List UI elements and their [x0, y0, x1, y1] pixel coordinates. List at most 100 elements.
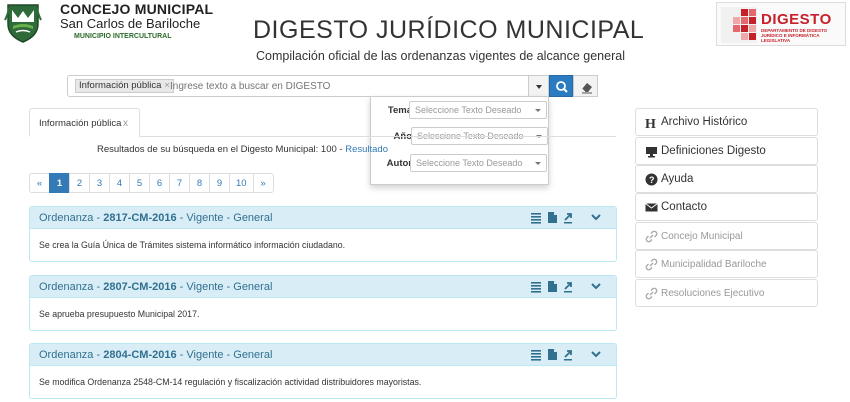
page-title: DIGESTO JURÍDICO MUNICIPAL	[253, 16, 645, 44]
svg-text:H: H	[645, 117, 656, 129]
coat-of-arms-logo	[4, 4, 42, 43]
result-card: Ordenanza - 2817-CM-2016 - Vigente - Gen…	[29, 206, 617, 262]
tema-select[interactable]: Seleccione Texto Deseado	[409, 101, 547, 119]
filter-dropdown-toggle-button[interactable]	[528, 75, 549, 97]
tab-informacion-publica[interactable]: Información pública x	[29, 108, 140, 137]
result-summary: Se modifica Ordenanza 2548-CM-14 regulac…	[39, 377, 422, 387]
search-icon	[556, 81, 568, 93]
result-type: Ordenanza	[39, 349, 94, 361]
page-10-button[interactable]: 10	[229, 173, 254, 193]
result-separator: -	[176, 349, 187, 361]
result-summary: Se crea la Guía Única de Trámites sistem…	[39, 240, 346, 250]
page-subtitle: Compilación oficial de las ordenanzas vi…	[256, 49, 625, 63]
page-6-button[interactable]: 6	[149, 173, 170, 193]
result-number: 2804-CM-2016	[103, 349, 177, 361]
result-title[interactable]: Ordenanza - 2804-CM-2016 - Vigente - Gen…	[39, 349, 272, 361]
page-1-button[interactable]: 1	[49, 173, 70, 193]
page-2-button[interactable]: 2	[69, 173, 90, 193]
result-card-header[interactable]: Ordenanza - 2804-CM-2016 - Vigente - Gen…	[30, 344, 616, 366]
sidebar-item-label: Ayuda	[661, 173, 694, 185]
tab-label: Información pública	[39, 118, 122, 129]
digesto-logo-subtext: DEPARTAMENTO DE DIGESTO JURÍDICO E INFOR…	[761, 28, 828, 43]
result-number: 2807-CM-2016	[103, 281, 177, 293]
org-tagline: MUNICIPIO INTERCULTURAL	[74, 33, 172, 40]
page-4-button[interactable]: 4	[109, 173, 130, 193]
chevron-down-icon[interactable]	[590, 280, 602, 293]
result-separator: -	[93, 349, 104, 361]
results-summary: Resultados de su búsqueda en el Digesto …	[97, 144, 388, 155]
result-separator: -	[176, 281, 187, 293]
monitor-icon	[646, 147, 657, 158]
download-icon[interactable]	[562, 348, 574, 361]
result-status: Vigente - General	[186, 281, 273, 293]
page-7-button[interactable]: 7	[169, 173, 190, 193]
sidebar-item-definiciones-digesto[interactable]: Definiciones Digesto	[635, 137, 818, 165]
digesto-logo-text: DIGESTO	[761, 11, 832, 28]
page-prev-button[interactable]: «	[29, 173, 50, 193]
sidebar-item-municipalidad-bariloche[interactable]: Municipalidad Bariloche	[635, 250, 818, 278]
page-next-button[interactable]: »	[252, 173, 274, 193]
search-bar: Información pública ×	[67, 75, 598, 97]
h-icon: H	[645, 117, 656, 129]
result-card-header[interactable]: Ordenanza - 2807-CM-2016 - Vigente - Gen…	[30, 276, 616, 298]
chevron-down-icon[interactable]	[590, 348, 602, 361]
result-type: Ordenanza	[39, 281, 94, 293]
search-input[interactable]	[170, 79, 520, 93]
sidebar-item-label: Municipalidad Bariloche	[661, 259, 767, 270]
org-name: CONCEJO MUNICIPAL	[60, 1, 214, 17]
result-card: Ordenanza - 2804-CM-2016 - Vigente - Gen…	[29, 343, 617, 399]
page-5-button[interactable]: 5	[129, 173, 150, 193]
search-filter-chip-label: Información pública	[79, 80, 162, 91]
page-3-button[interactable]: 3	[89, 173, 110, 193]
filter-panel: Tema Seleccione Texto Deseado Año Selecc…	[370, 96, 549, 185]
result-card-body: Se modifica Ordenanza 2548-CM-14 regulac…	[30, 366, 616, 398]
sidebar-item-concejo-municipal[interactable]: Concejo Municipal	[635, 222, 818, 250]
sidebar-item-resoluciones-ejecutivo[interactable]: Resoluciones Ejecutivo	[635, 279, 818, 307]
chevron-down-icon[interactable]	[590, 211, 602, 224]
sidebar-item-label: Definiciones Digesto	[661, 145, 766, 157]
list-icon[interactable]	[530, 348, 542, 361]
link-icon	[645, 258, 658, 271]
digesto-logo: DIGESTO DEPARTAMENTO DE DIGESTO JURÍDICO…	[716, 2, 846, 46]
sidebar-item-label: Concejo Municipal	[661, 231, 743, 242]
result-title[interactable]: Ordenanza - 2817-CM-2016 - Vigente - Gen…	[39, 212, 272, 224]
result-type: Ordenanza	[39, 212, 94, 224]
sidebar-item-ayuda[interactable]: ? Ayuda	[635, 165, 818, 193]
result-card-body: Se crea la Guía Única de Trámites sistem…	[30, 229, 616, 261]
download-icon[interactable]	[562, 211, 574, 224]
download-icon[interactable]	[562, 280, 574, 293]
page-9-button[interactable]: 9	[209, 173, 230, 193]
sidebar-item-label: Archivo Histórico	[661, 116, 748, 128]
results-link[interactable]: Resultado	[345, 144, 388, 155]
result-summary: Se aprueba presupuesto Municipal 2017.	[39, 309, 200, 319]
result-separator: -	[93, 212, 104, 224]
envelope-icon	[645, 203, 658, 212]
tab-close-icon[interactable]: x	[123, 118, 128, 129]
result-title[interactable]: Ordenanza - 2807-CM-2016 - Vigente - Gen…	[39, 281, 272, 293]
search-button[interactable]	[549, 75, 573, 97]
filter-label-autor: Autor	[386, 158, 412, 169]
document-icon[interactable]	[546, 348, 558, 361]
result-separator: -	[176, 212, 187, 224]
result-separator: -	[93, 281, 104, 293]
autor-select[interactable]: Seleccione Texto Deseado	[410, 154, 547, 172]
list-icon[interactable]	[530, 211, 542, 224]
search-filter-chip[interactable]: Información pública ×	[75, 79, 174, 93]
sidebar-item-contacto[interactable]: Contacto	[635, 193, 818, 221]
document-icon[interactable]	[546, 280, 558, 293]
page-8-button[interactable]: 8	[189, 173, 210, 193]
question-icon: ?	[645, 173, 658, 186]
result-number: 2817-CM-2016	[103, 212, 177, 224]
link-icon	[645, 230, 658, 243]
list-icon[interactable]	[530, 280, 542, 293]
result-card-header[interactable]: Ordenanza - 2817-CM-2016 - Vigente - Gen…	[30, 207, 616, 229]
pagination: « 1 2 3 4 5 6 7 8 9 10 »	[29, 173, 274, 193]
result-card: Ordenanza - 2807-CM-2016 - Vigente - Gen…	[29, 275, 617, 331]
svg-text:?: ?	[649, 175, 655, 185]
document-icon[interactable]	[546, 211, 558, 224]
clear-search-button[interactable]	[573, 75, 598, 97]
sidebar-item-archivo-historico[interactable]: H Archivo Histórico	[635, 108, 818, 136]
result-status: Vigente - General	[186, 349, 273, 361]
digesto-logo-mark	[721, 7, 757, 43]
eraser-icon	[581, 83, 592, 94]
